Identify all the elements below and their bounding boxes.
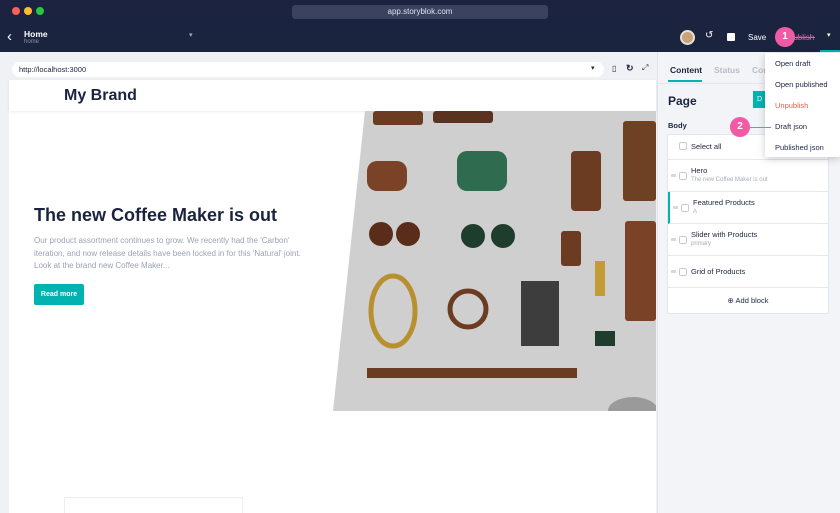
story-slug: home xyxy=(24,39,40,45)
drag-handle-icon[interactable] xyxy=(671,238,676,241)
site-navbar: My Brand xyxy=(9,80,656,111)
reload-icon[interactable]: ↻ xyxy=(626,63,634,74)
block-subtitle: A xyxy=(693,209,698,215)
hero-text: Our product assortment continues to grow… xyxy=(34,236,301,270)
plus-circle-icon: ⊕ xyxy=(727,296,734,305)
block-checkbox[interactable] xyxy=(679,172,687,180)
drag-handle-icon[interactable] xyxy=(673,206,678,209)
active-tab-indicator xyxy=(668,80,702,82)
tab-status[interactable]: Status xyxy=(714,65,740,75)
expand-icon[interactable]: ⤢ xyxy=(642,63,648,73)
select-all-label: Select all xyxy=(691,142,722,151)
site-brand: My Brand xyxy=(64,87,137,104)
edit-icon[interactable] xyxy=(727,33,735,41)
mobile-view-icon[interactable]: ▯ xyxy=(612,64,616,73)
preview-url: http://localhost:3000 xyxy=(19,65,87,74)
app-header: ‹ Home home ▾ ↺ Save Publish ▾ xyxy=(0,22,840,52)
address-bar[interactable]: app.storyblok.com xyxy=(292,5,548,19)
chevron-down-icon[interactable]: ▾ xyxy=(189,31,193,39)
url-dropdown-icon[interactable]: ▾ xyxy=(591,64,595,72)
menu-item-open-published[interactable]: Open published xyxy=(775,80,828,89)
product-card xyxy=(64,497,243,513)
preview-frame: My Brand The new Coffee Maker is out Our… xyxy=(9,80,656,513)
publish-dropdown-menu: Open draft Open published Unpublish Draf… xyxy=(765,53,840,157)
annotation-badge-2: 2 xyxy=(730,117,750,137)
select-all-checkbox[interactable] xyxy=(679,142,687,150)
block-title: Hero xyxy=(691,166,708,175)
block-subtitle: The new Coffee Maker is out xyxy=(691,177,768,183)
avatar[interactable] xyxy=(680,30,695,45)
block-checkbox[interactable] xyxy=(679,268,687,276)
block-item[interactable]: Grid of Products xyxy=(668,256,828,288)
block-title: Slider with Products xyxy=(691,230,758,239)
maximize-window-button[interactable] xyxy=(36,7,44,15)
annotation-line-2 xyxy=(750,127,771,128)
menu-item-published-json[interactable]: Published json xyxy=(775,143,824,152)
block-item[interactable]: Hero The new Coffee Maker is out xyxy=(668,160,828,192)
window-titlebar: app.storyblok.com xyxy=(0,0,840,22)
minimize-window-button[interactable] xyxy=(24,7,32,15)
block-title: Featured Products xyxy=(693,198,755,207)
story-title: Home xyxy=(24,29,48,39)
drag-handle-icon[interactable] xyxy=(671,174,676,177)
block-list: Select all Hero The new Coffee Maker is … xyxy=(667,134,829,314)
preview-url-input[interactable]: http://localhost:3000 ▾ xyxy=(12,62,604,77)
block-item[interactable]: Slider with Products primary xyxy=(668,224,828,256)
block-subtitle: primary xyxy=(691,241,712,247)
back-icon[interactable]: ‹ xyxy=(7,28,12,45)
close-window-button[interactable] xyxy=(12,7,20,15)
publish-dropdown-icon[interactable]: ▾ xyxy=(827,31,831,39)
add-block-label: Add block xyxy=(735,296,769,305)
tab-content[interactable]: Content xyxy=(670,65,702,75)
tab-config[interactable]: Config xyxy=(752,65,766,75)
block-checkbox[interactable] xyxy=(681,204,689,212)
annotation-badge-1: 1 xyxy=(775,27,795,47)
hero-title: The new Coffee Maker is out xyxy=(34,205,278,225)
block-title: Grid of Products xyxy=(691,267,746,276)
block-checkbox[interactable] xyxy=(679,236,687,244)
history-icon[interactable]: ↺ xyxy=(705,30,713,41)
drag-handle-icon[interactable] xyxy=(671,270,676,273)
page-title: Page xyxy=(668,94,697,108)
menu-item-draft-json[interactable]: Draft json xyxy=(775,122,807,131)
block-item[interactable]: Featured Products A xyxy=(668,192,828,224)
read-more-button[interactable]: Read more xyxy=(34,284,84,305)
body-label: Body xyxy=(668,121,687,130)
annotation-line-1 xyxy=(795,37,815,38)
menu-item-open-draft[interactable]: Open draft xyxy=(775,59,810,68)
save-button[interactable]: Save xyxy=(748,33,766,42)
hero-image xyxy=(333,111,656,411)
menu-item-unpublish[interactable]: Unpublish xyxy=(775,101,808,110)
add-block-button[interactable]: ⊕ Add block xyxy=(668,288,828,314)
